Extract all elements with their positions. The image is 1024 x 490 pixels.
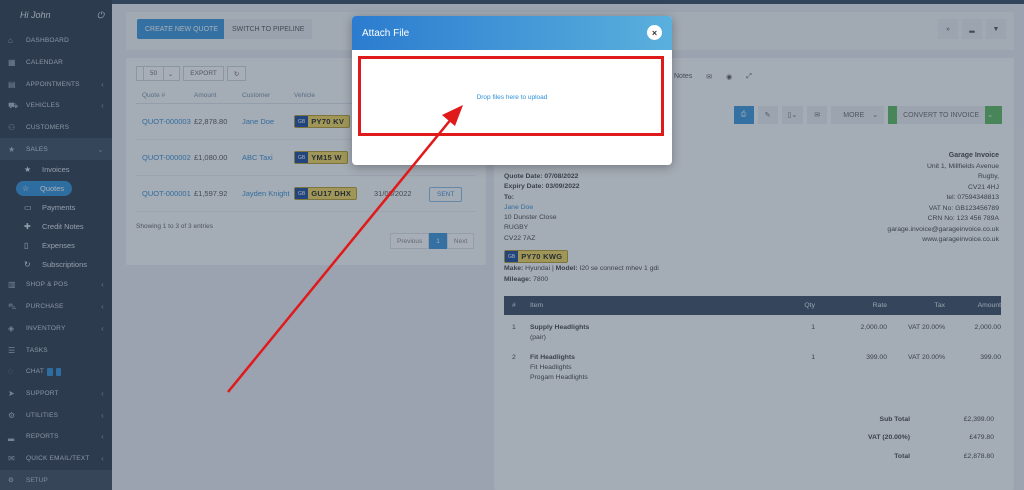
modal-title: Attach File bbox=[362, 27, 410, 39]
annotation-highlight-box bbox=[358, 56, 664, 136]
close-icon[interactable]: × bbox=[647, 25, 662, 40]
modal-header: Attach File bbox=[352, 16, 672, 50]
